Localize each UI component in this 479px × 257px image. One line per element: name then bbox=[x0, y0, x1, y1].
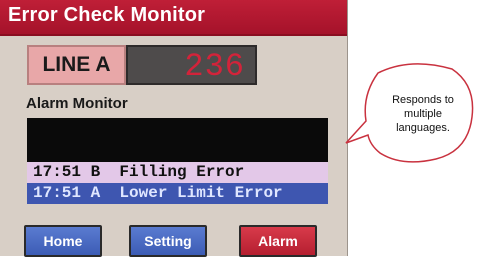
line-label-box: LINE A bbox=[27, 45, 126, 85]
title-bar: Error Check Monitor bbox=[0, 0, 347, 36]
alarm-monitor-label: Alarm Monitor bbox=[26, 95, 128, 112]
alarm-row[interactable]: 17:51 B Filling Error bbox=[27, 162, 328, 183]
alarm-button[interactable]: Alarm bbox=[239, 225, 317, 257]
setting-button[interactable]: Setting bbox=[129, 225, 207, 257]
counter-display: 236 bbox=[126, 45, 257, 85]
window-title: Error Check Monitor bbox=[8, 4, 206, 26]
alarm-row[interactable] bbox=[27, 118, 328, 139]
callout-text: Responds to multiple languages. bbox=[392, 94, 454, 134]
alarm-list: 17:51 B Filling Error 17:51 A Lower Limi… bbox=[27, 118, 328, 204]
home-button[interactable]: Home bbox=[24, 225, 102, 257]
alarm-row[interactable]: 17:51 A Lower Limit Error bbox=[27, 183, 328, 204]
monitor-panel: Error Check Monitor LINE A 236 Alarm Mon… bbox=[0, 0, 348, 257]
counter-value: 236 bbox=[184, 48, 245, 85]
alarm-row[interactable] bbox=[27, 139, 328, 160]
line-label: LINE A bbox=[42, 53, 111, 76]
